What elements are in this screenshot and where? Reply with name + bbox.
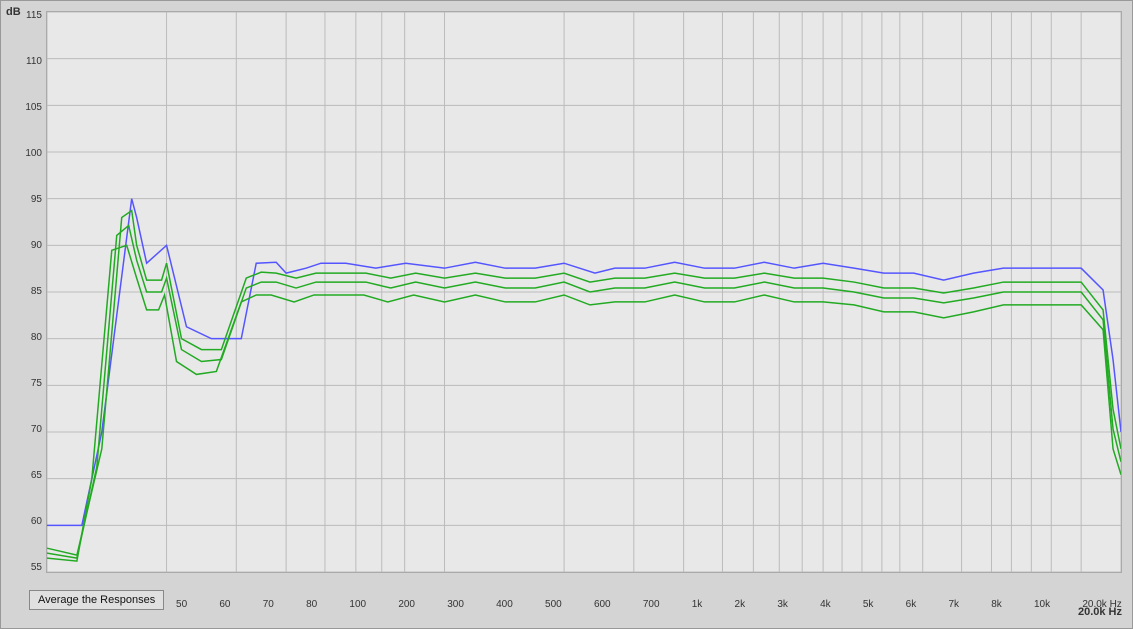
y-tick: 70 <box>31 425 42 435</box>
x-tick: 6k <box>906 599 917 610</box>
chart-svg: .grid-line { stroke: #bbbbbb; stroke-wid… <box>47 12 1121 572</box>
x-tick: 100 <box>349 599 366 610</box>
x-tick: 7k <box>948 599 959 610</box>
average-responses-button[interactable]: Average the Responses <box>29 590 164 610</box>
y-tick: 105 <box>25 103 42 113</box>
x-tick: 70 <box>263 599 274 610</box>
y-tick: 90 <box>31 241 42 251</box>
x-tick: 80 <box>306 599 317 610</box>
x-tick: 700 <box>643 599 660 610</box>
chart-container: dB 20.0k Hz 115 110 105 100 95 90 85 80 … <box>0 0 1133 629</box>
y-tick: 80 <box>31 333 42 343</box>
green-curve-2 <box>47 225 1121 558</box>
x-tick: 4k <box>820 599 831 610</box>
x-tick: 50 <box>176 599 187 610</box>
green-curve-3 <box>47 245 1121 561</box>
x-tick: 200 <box>398 599 415 610</box>
x-axis: 20 30 40 50 60 70 80 100 200 300 400 500… <box>46 599 1122 610</box>
y-tick: 110 <box>26 57 42 67</box>
y-tick: 115 <box>26 11 42 21</box>
blue-curve <box>47 199 1121 526</box>
y-tick: 55 <box>31 563 42 573</box>
x-tick: 600 <box>594 599 611 610</box>
x-tick: 2k <box>735 599 746 610</box>
y-tick: 95 <box>31 195 42 205</box>
y-tick: 65 <box>31 471 42 481</box>
x-tick: 60 <box>219 599 230 610</box>
y-tick: 75 <box>31 379 42 389</box>
chart-area: .grid-line { stroke: #bbbbbb; stroke-wid… <box>46 11 1122 573</box>
y-axis: 115 110 105 100 95 90 85 80 75 70 65 60 … <box>1 11 46 573</box>
y-tick: 60 <box>31 517 42 527</box>
y-tick: 85 <box>31 287 42 297</box>
x-tick: 400 <box>496 599 513 610</box>
green-curve-1 <box>47 211 1121 556</box>
x-tick: 20.0k Hz <box>1082 599 1121 610</box>
x-tick: 10k <box>1034 599 1050 610</box>
y-tick: 100 <box>25 149 42 159</box>
x-tick: 8k <box>991 599 1002 610</box>
x-tick: 1k <box>692 599 703 610</box>
x-tick: 300 <box>447 599 464 610</box>
x-tick: 5k <box>863 599 874 610</box>
x-tick: 500 <box>545 599 562 610</box>
x-tick: 3k <box>777 599 788 610</box>
